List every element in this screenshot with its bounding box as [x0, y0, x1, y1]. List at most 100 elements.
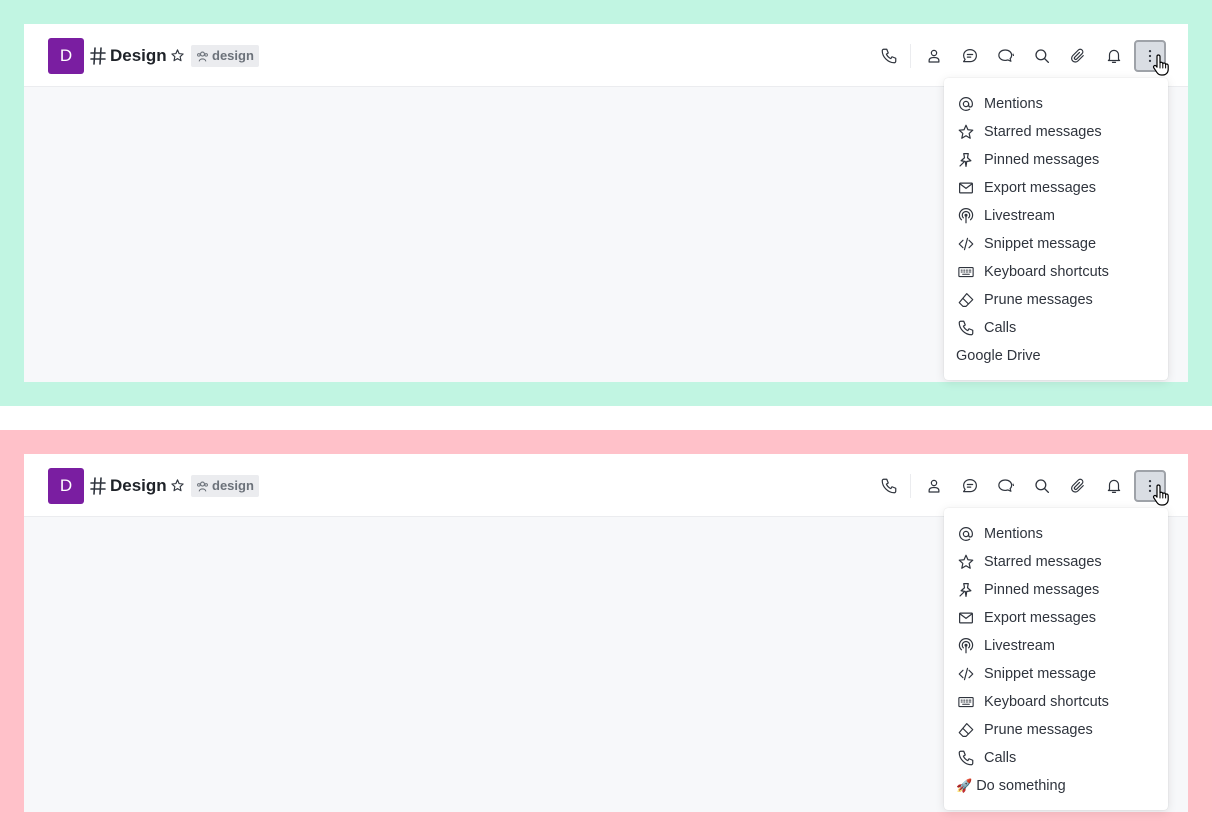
menu-item-pinned-messages[interactable]: Pinned messages — [944, 576, 1168, 604]
kebab-menu: Mentions Starred messages Pinned message… — [944, 78, 1168, 380]
menu-item-label: Mentions — [984, 96, 1043, 112]
threads-button[interactable] — [990, 470, 1022, 502]
menu-item-calls[interactable]: Calls — [944, 744, 1168, 772]
menu-item-label: Keyboard shortcuts — [984, 264, 1109, 280]
hash-icon — [90, 477, 106, 495]
room-avatar[interactable]: D — [48, 38, 84, 74]
hand-cursor-icon — [1152, 484, 1169, 506]
team-tag-label: design — [212, 48, 254, 63]
room-title: Design — [110, 476, 167, 495]
members-button[interactable] — [918, 40, 950, 72]
kebab-menu: Mentions Starred messages Pinned message… — [944, 508, 1168, 810]
clip-icon — [1071, 48, 1084, 63]
members-button[interactable] — [918, 470, 950, 502]
menu-item-mentions[interactable]: Mentions — [944, 90, 1168, 118]
call-button[interactable] — [873, 470, 905, 502]
menu-item-prune-messages[interactable]: Prune messages — [944, 716, 1168, 744]
phone-icon — [881, 48, 897, 64]
menu-item-label: Snippet message — [984, 236, 1097, 252]
user-icon — [928, 49, 940, 63]
menu-item-export-messages[interactable]: Export messages — [944, 174, 1168, 202]
menu-item-livestream[interactable]: Livestream — [944, 632, 1168, 660]
bell-icon — [1107, 479, 1121, 493]
menu-item-export-messages[interactable]: Export messages — [944, 604, 1168, 632]
search-button[interactable] — [1026, 470, 1058, 502]
menu-item-snippet-message[interactable]: Snippet message — [944, 660, 1168, 688]
threads-icon — [998, 479, 1015, 492]
bell-icon — [1107, 49, 1121, 63]
menu-item-label: Pinned messages — [984, 152, 1100, 168]
eraser-icon — [958, 293, 974, 307]
menu-item-label: Prune messages — [984, 722, 1093, 738]
menu-item-pinned-messages[interactable]: Pinned messages — [944, 146, 1168, 174]
menu-item-label: Keyboard shortcuts — [984, 694, 1109, 710]
discussion-button[interactable] — [954, 40, 986, 72]
menu-item-label: Export messages — [984, 180, 1097, 196]
menu-item-mentions[interactable]: Mentions — [944, 520, 1168, 548]
pin-icon — [959, 153, 972, 167]
team-tag[interactable]: design — [191, 475, 259, 497]
menu-item-prune-messages[interactable]: Prune messages — [944, 286, 1168, 314]
mail-icon — [959, 612, 973, 624]
menu-item-google-drive[interactable]: Google Drive — [944, 342, 1168, 370]
menu-item-keyboard-shortcuts[interactable]: Keyboard shortcuts — [944, 688, 1168, 716]
at-icon — [959, 97, 973, 111]
menu-item-label: Calls — [984, 750, 1017, 766]
phone-icon — [958, 320, 974, 336]
files-button[interactable] — [1062, 40, 1094, 72]
menu-item-label: Calls — [984, 320, 1017, 336]
code-icon — [958, 237, 974, 251]
menu-item-label: Do something — [976, 778, 1066, 794]
room-avatar[interactable]: D — [48, 468, 84, 504]
top-example-band: D Design design Mentions Starred message… — [0, 0, 1212, 406]
star-icon — [958, 124, 974, 139]
room-window: D Design design Mentions Starred message… — [24, 24, 1188, 382]
favorite-star-icon[interactable] — [170, 478, 185, 493]
rocket-emoji: 🚀 — [956, 778, 973, 793]
pin-icon — [959, 583, 972, 597]
discussion-icon — [963, 49, 977, 63]
room-window: D Design design Mentions Starred message… — [24, 454, 1188, 812]
favorite-star-icon[interactable] — [170, 48, 185, 63]
menu-item-starred-messages[interactable]: Starred messages — [944, 548, 1168, 576]
team-icon — [197, 481, 208, 492]
notifications-button[interactable] — [1098, 40, 1130, 72]
menu-item-do-something[interactable]: 🚀 Do something — [944, 772, 1168, 800]
broadcast-icon — [958, 638, 974, 654]
threads-button[interactable] — [990, 40, 1022, 72]
star-icon — [958, 554, 974, 569]
call-button[interactable] — [873, 40, 905, 72]
menu-item-snippet-message[interactable]: Snippet message — [944, 230, 1168, 258]
menu-item-label: Mentions — [984, 526, 1043, 542]
code-icon — [958, 667, 974, 681]
threads-icon — [998, 49, 1015, 62]
menu-item-label: Google Drive — [956, 348, 1041, 364]
discussion-button[interactable] — [954, 470, 986, 502]
search-button[interactable] — [1026, 40, 1058, 72]
team-tag-label: design — [212, 478, 254, 493]
search-icon — [1035, 49, 1050, 64]
menu-item-keyboard-shortcuts[interactable]: Keyboard shortcuts — [944, 258, 1168, 286]
search-icon — [1035, 479, 1050, 494]
menu-item-label: Livestream — [984, 208, 1055, 224]
menu-item-starred-messages[interactable]: Starred messages — [944, 118, 1168, 146]
keyboard-icon — [958, 266, 974, 278]
team-tag[interactable]: design — [191, 45, 259, 67]
broadcast-icon — [958, 208, 974, 224]
menu-item-label: Livestream — [984, 638, 1055, 654]
menu-item-label: Snippet message — [984, 666, 1097, 682]
discussion-icon — [963, 479, 977, 493]
user-icon — [928, 479, 940, 493]
bottom-example-band: D Design design Mentions Starred message… — [0, 430, 1212, 836]
notifications-button[interactable] — [1098, 470, 1130, 502]
menu-item-label: Export messages — [984, 610, 1097, 626]
menu-item-livestream[interactable]: Livestream — [944, 202, 1168, 230]
menu-item-label: Prune messages — [984, 292, 1093, 308]
team-icon — [197, 51, 208, 62]
phone-icon — [881, 478, 897, 494]
hash-icon — [90, 47, 106, 65]
room-title: Design — [110, 46, 167, 65]
files-button[interactable] — [1062, 470, 1094, 502]
menu-item-calls[interactable]: Calls — [944, 314, 1168, 342]
clip-icon — [1071, 478, 1084, 493]
